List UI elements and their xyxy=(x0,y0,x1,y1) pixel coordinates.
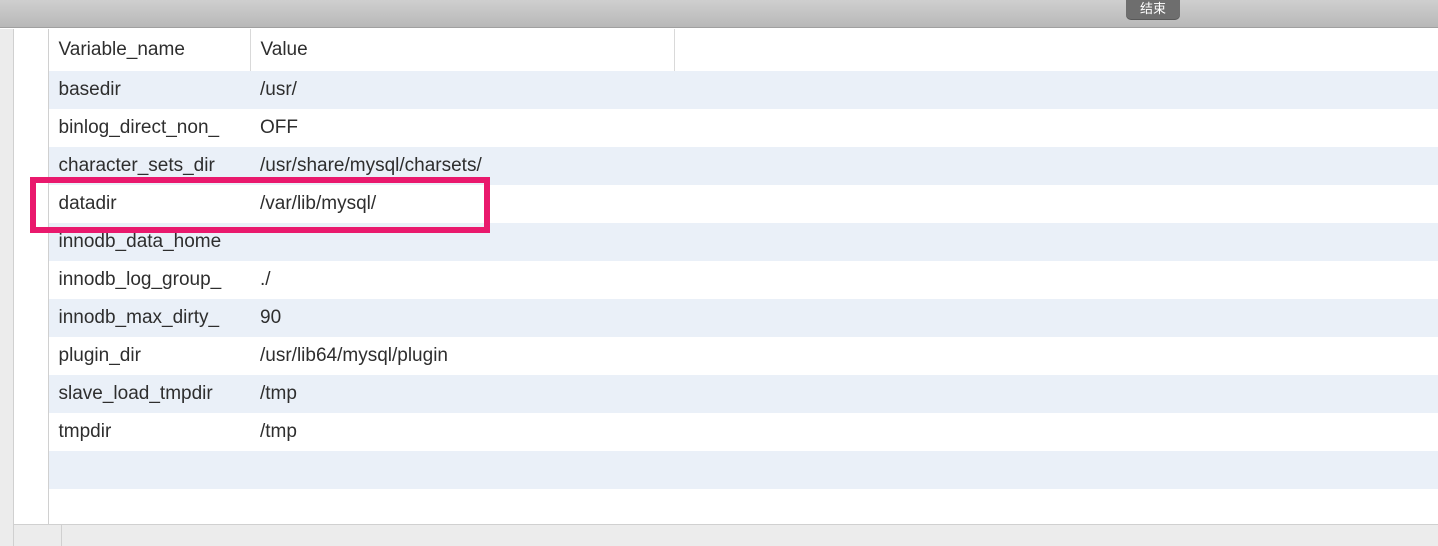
cell-spacer xyxy=(674,261,1438,299)
row-gutter-header xyxy=(14,29,48,71)
column-header-variable-name-label: Variable_name xyxy=(59,39,185,60)
row-gutter xyxy=(14,71,48,109)
cell-spacer xyxy=(674,375,1438,413)
table-row[interactable]: innodb_log_group_./ xyxy=(14,261,1438,299)
cell-variable-name[interactable]: basedir xyxy=(48,71,250,109)
cell-spacer xyxy=(674,451,1438,489)
window-toolbar: 结束 xyxy=(0,0,1438,28)
column-header-variable-name[interactable]: Variable_name xyxy=(48,29,250,71)
table-row[interactable]: slave_load_tmpdir/tmp xyxy=(14,375,1438,413)
toolbar-end-button[interactable]: 结束 xyxy=(1126,0,1180,20)
cell-value[interactable] xyxy=(250,489,674,527)
table-row[interactable]: basedir/usr/ xyxy=(14,71,1438,109)
row-gutter xyxy=(14,147,48,185)
row-gutter xyxy=(14,413,48,451)
row-gutter xyxy=(14,337,48,375)
cell-spacer xyxy=(674,185,1438,223)
cell-value[interactable] xyxy=(250,451,674,489)
row-gutter xyxy=(14,109,48,147)
table-header-row: Variable_name Value xyxy=(14,29,1438,71)
left-margin-strip xyxy=(0,29,14,546)
row-gutter xyxy=(14,489,48,527)
row-gutter xyxy=(14,451,48,489)
cell-variable-name[interactable]: character_sets_dir xyxy=(48,147,250,185)
table-row[interactable]: binlog_direct_non_OFF xyxy=(14,109,1438,147)
cell-value[interactable] xyxy=(250,223,674,261)
cell-spacer xyxy=(674,337,1438,375)
cell-spacer xyxy=(674,413,1438,451)
cell-variable-name[interactable] xyxy=(48,489,250,527)
row-gutter xyxy=(14,223,48,261)
cell-spacer xyxy=(674,109,1438,147)
table-footer-strip xyxy=(14,524,1438,546)
cell-value[interactable]: /tmp xyxy=(250,413,674,451)
footer-gutter-cap xyxy=(14,525,62,546)
row-gutter xyxy=(14,185,48,223)
table-row[interactable] xyxy=(14,489,1438,527)
cell-variable-name[interactable] xyxy=(48,451,250,489)
cell-spacer xyxy=(674,147,1438,185)
row-gutter xyxy=(14,299,48,337)
table-row[interactable]: innodb_data_home xyxy=(14,223,1438,261)
cell-variable-name[interactable]: binlog_direct_non_ xyxy=(48,109,250,147)
table-row[interactable]: datadir/var/lib/mysql/ xyxy=(14,185,1438,223)
row-gutter xyxy=(14,261,48,299)
cell-value[interactable]: 90 xyxy=(250,299,674,337)
row-gutter xyxy=(14,375,48,413)
column-header-value[interactable]: Value xyxy=(250,29,674,71)
table-row[interactable]: innodb_max_dirty_90 xyxy=(14,299,1438,337)
cell-value[interactable]: /var/lib/mysql/ xyxy=(250,185,674,223)
cell-variable-name[interactable]: slave_load_tmpdir xyxy=(48,375,250,413)
cell-value[interactable]: ./ xyxy=(250,261,674,299)
cell-spacer xyxy=(674,223,1438,261)
column-header-value-label: Value xyxy=(261,39,308,60)
cell-variable-name[interactable]: datadir xyxy=(48,185,250,223)
cell-spacer xyxy=(674,71,1438,109)
cell-value[interactable]: /usr/lib64/mysql/plugin xyxy=(250,337,674,375)
cell-variable-name[interactable]: innodb_data_home xyxy=(48,223,250,261)
column-header-spacer xyxy=(674,29,1438,71)
results-table[interactable]: Variable_name Value basedir/usr/binlog_d… xyxy=(14,29,1438,527)
cell-value[interactable]: OFF xyxy=(250,109,674,147)
cell-variable-name[interactable]: plugin_dir xyxy=(48,337,250,375)
toolbar-end-button-label: 结束 xyxy=(1140,1,1166,16)
cell-value[interactable]: /usr/share/mysql/charsets/ xyxy=(250,147,674,185)
table-row[interactable]: character_sets_dir/usr/share/mysql/chars… xyxy=(14,147,1438,185)
table-row[interactable]: tmpdir/tmp xyxy=(14,413,1438,451)
table-row[interactable]: plugin_dir/usr/lib64/mysql/plugin xyxy=(14,337,1438,375)
cell-variable-name[interactable]: innodb_log_group_ xyxy=(48,261,250,299)
results-grid-wrap: Variable_name Value basedir/usr/binlog_d… xyxy=(14,29,1438,546)
cell-spacer xyxy=(674,489,1438,527)
cell-value[interactable]: /tmp xyxy=(250,375,674,413)
content-area: Variable_name Value basedir/usr/binlog_d… xyxy=(0,28,1438,546)
cell-value[interactable]: /usr/ xyxy=(250,71,674,109)
cell-spacer xyxy=(674,299,1438,337)
cell-variable-name[interactable]: tmpdir xyxy=(48,413,250,451)
table-row[interactable] xyxy=(14,451,1438,489)
cell-variable-name[interactable]: innodb_max_dirty_ xyxy=(48,299,250,337)
